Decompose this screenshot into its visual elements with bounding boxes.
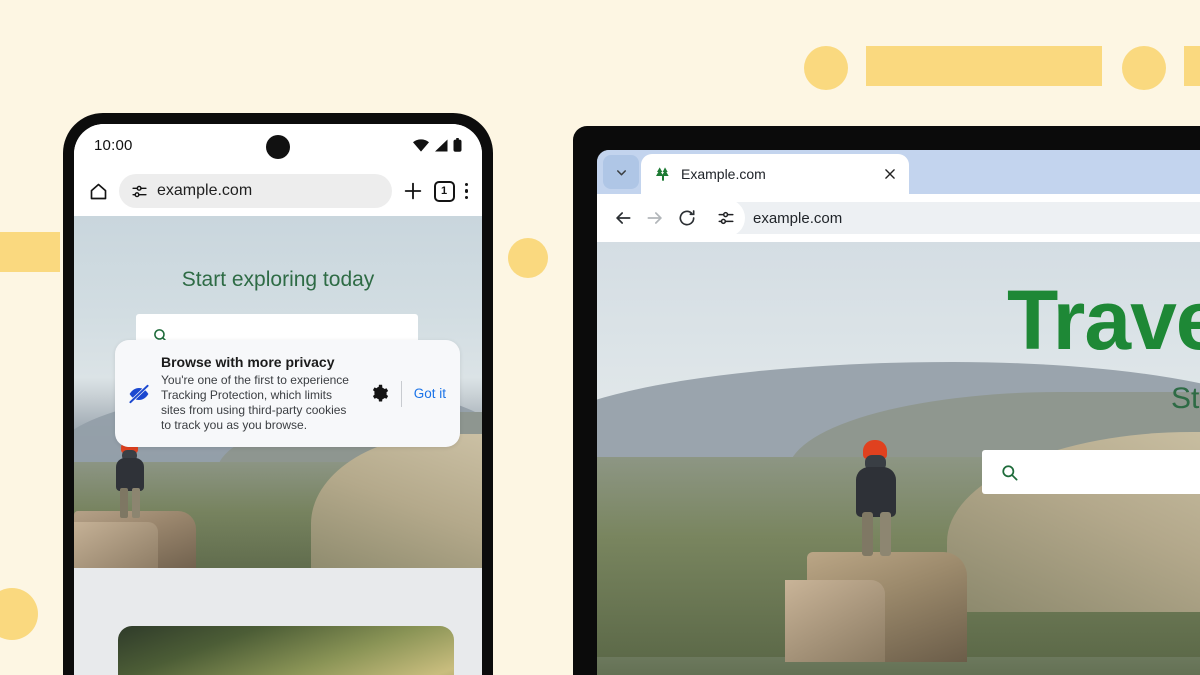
chevron-down-icon [614,165,629,180]
phone-browser-toolbar: example.com 1 [74,166,482,216]
status-bar-clock: 10:00 [94,136,133,154]
decor-bar-top [866,46,1102,86]
tune-icon[interactable] [131,183,148,200]
wifi-icon [413,138,429,152]
cellular-signal-icon [434,139,448,152]
decor-circle-bottom-left [0,588,38,640]
decor-circle-top-left [804,46,848,90]
tune-icon[interactable] [707,199,745,237]
decor-circle-middle [508,238,548,278]
arrow-forward-icon[interactable] [645,208,665,228]
hero-rock-ledge-2 [74,522,158,574]
desktop-page-subtitle: Sta [1171,382,1200,415]
phone-status-bar: 10:00 [74,124,482,166]
desktop-browser-toolbar: example.com [597,194,1200,242]
phone-privacy-notice: Browse with more privacy You're one of t… [115,340,460,447]
desktop-hiker-figure [847,440,905,556]
phone-privacy-divider [400,380,402,407]
browser-tab[interactable]: Example.com [641,154,909,194]
home-icon[interactable] [88,181,109,202]
phone-privacy-text: Browse with more privacy You're one of t… [161,354,360,433]
reload-icon[interactable] [677,208,697,228]
decor-bar-left [0,232,60,272]
desktop-web-page: Travel Sta [597,242,1200,675]
decor-circle-top-right [1122,46,1166,90]
desktop-site-search-input[interactable] [982,450,1200,494]
desktop-page-title: Travel [1007,273,1200,367]
phone-got-it-button[interactable]: Got it [414,386,446,401]
screenshot-root: 10:00 example.com 1 Start exploring toda… [0,0,1200,675]
battery-icon [453,138,462,152]
phone-page-section [74,568,482,675]
eye-off-icon [127,382,151,406]
phone-content-card[interactable] [118,626,454,675]
phone-privacy-actions: Got it [370,380,446,407]
phone-web-page: Start exploring today Browse with more p… [74,216,482,675]
tab-counter-button[interactable]: 1 [433,180,455,202]
decor-bar-top-right [1184,46,1200,86]
desktop-rock-ledge-2 [785,580,885,662]
desktop-browser-window: Example.com example.com Trave St [597,150,1200,675]
pine-tree-icon [655,166,671,182]
phone-screen: 10:00 example.com 1 Start exploring toda… [74,124,482,675]
browser-tab-title: Example.com [681,166,766,182]
phone-url-text: example.com [157,182,253,199]
hero-hiker-figure [110,440,150,518]
search-icon [1000,463,1019,482]
phone-privacy-title: Browse with more privacy [161,354,335,370]
more-vertical-icon[interactable] [464,182,468,200]
tab-search-button[interactable] [603,155,639,189]
phone-privacy-body: You're one of the first to experience Tr… [161,373,349,432]
arrow-back-icon[interactable] [613,208,633,228]
page-title: Start exploring today [181,268,375,291]
plus-icon[interactable] [402,180,424,202]
camera-punch-hole [266,135,290,159]
desktop-url-text: example.com [753,209,843,227]
status-bar-icons [413,138,462,152]
close-icon[interactable] [883,167,897,181]
gear-icon[interactable] [370,384,389,403]
phone-device: 10:00 example.com 1 Start exploring toda… [63,113,493,675]
laptop-device: Example.com example.com Trave St [573,126,1200,675]
desktop-tabstrip: Example.com [597,150,1200,194]
desktop-address-bar[interactable]: example.com [707,199,1200,237]
phone-address-bar[interactable]: example.com [119,174,392,208]
